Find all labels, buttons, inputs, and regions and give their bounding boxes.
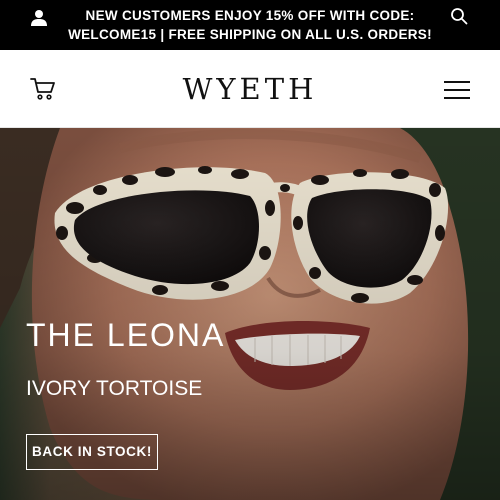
site-header: WYETH [0,50,500,128]
announcement-bar: NEW CUSTOMERS ENJOY 15% OFF WITH CODE: W… [0,0,500,50]
announcement-line-2: WELCOME15 | FREE SHIPPING ON ALL U.S. OR… [68,27,432,42]
site-logo[interactable]: WYETH [150,72,350,106]
user-icon[interactable] [30,9,48,27]
hero-banner[interactable]: THE LEONA IVORY TORTOISE BACK IN STOCK! [0,128,500,500]
announcement-line-1: NEW CUSTOMERS ENJOY 15% OFF WITH CODE: [85,8,415,23]
hamburger-menu-icon[interactable] [444,80,470,100]
hero-title: THE LEONA [26,317,226,353]
back-in-stock-button[interactable]: BACK IN STOCK! [26,434,158,470]
search-icon[interactable] [450,7,468,25]
hero-subtitle: IVORY TORTOISE [26,377,203,400]
cart-icon[interactable] [30,77,56,101]
announcement-text: NEW CUSTOMERS ENJOY 15% OFF WITH CODE: W… [60,6,440,44]
